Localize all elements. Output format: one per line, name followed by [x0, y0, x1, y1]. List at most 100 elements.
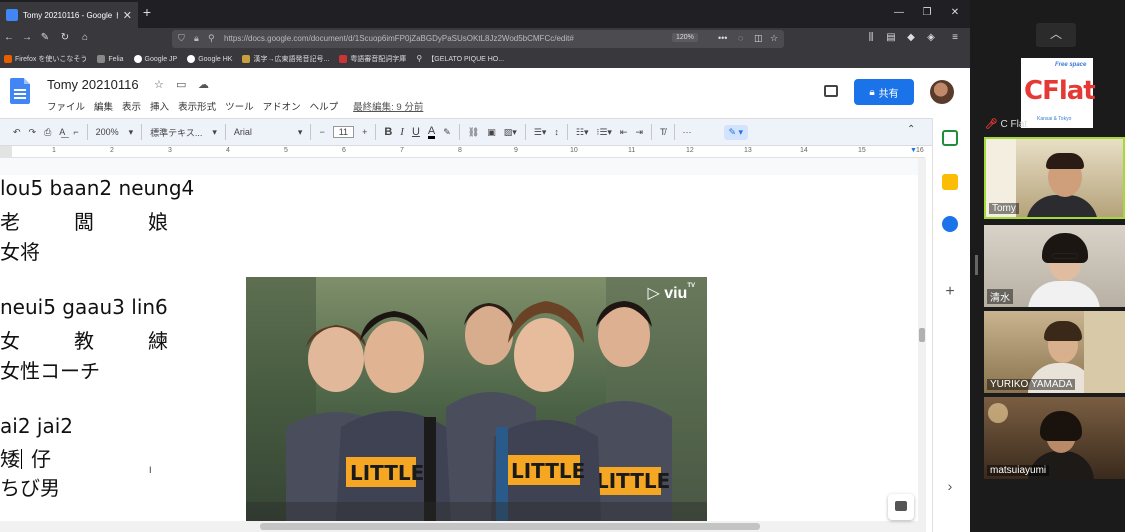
home-icon[interactable]: ⌂	[78, 32, 92, 43]
editing-mode-icon[interactable]: ✎ ▾	[723, 124, 749, 140]
increase-font-size-icon[interactable]: +	[362, 127, 367, 137]
bold-icon[interactable]: B	[384, 126, 392, 138]
chevron-right-icon[interactable]: ›	[942, 478, 958, 494]
participant-tile[interactable]: YURIKO YAMADA	[984, 311, 1125, 393]
zoom-level-badge[interactable]: 120%	[672, 33, 698, 42]
new-tab-icon[interactable]: +	[140, 4, 154, 20]
collapse-menus-icon[interactable]: ⌃	[907, 124, 915, 135]
zoom-select[interactable]: 200% ▾	[96, 127, 134, 138]
horizontal-scrollbar[interactable]	[0, 521, 918, 532]
romanization-line[interactable]: ai2 jai2	[0, 414, 73, 438]
japanese-meaning-line[interactable]: ちび男	[0, 472, 60, 501]
back-icon[interactable]: ←	[2, 32, 16, 43]
align-icon[interactable]: ☰▾	[534, 127, 547, 138]
docs-logo-icon[interactable]	[10, 78, 30, 104]
chevron-up-icon[interactable]: ︿	[1036, 23, 1076, 47]
menu-file[interactable]: ファイル	[47, 99, 85, 113]
url-bar[interactable]: ⛉ 🔒︎ ⚲ https://docs.google.com/document/…	[172, 30, 784, 48]
ruler[interactable]: 1 2 3 4 5 6 7 8 9 10 11 12 13 14 15 ▼ 16	[0, 146, 925, 158]
print-icon[interactable]: ⎙	[44, 127, 51, 138]
vertical-scrollbar[interactable]	[918, 158, 926, 532]
menu-addons[interactable]: アドオン	[263, 99, 301, 113]
link-icon[interactable]: ⛓	[468, 127, 479, 138]
font-size-input[interactable]: 11	[332, 126, 355, 138]
decrease-indent-icon[interactable]: ⇤	[620, 127, 628, 138]
menu-format[interactable]: 表示形式	[178, 99, 216, 113]
scrollbar-thumb[interactable]	[260, 523, 760, 530]
participant-tile[interactable]: matsuiayumi	[984, 397, 1125, 479]
more-icon[interactable]: ···	[683, 127, 692, 137]
pocket-icon[interactable]: ◫	[754, 33, 763, 44]
checklist-icon[interactable]: ☷▾	[576, 127, 589, 138]
bookmark-item[interactable]: ⚲ 【GELATO PIQUE HO...	[416, 54, 504, 64]
bookmark-item[interactable]: Google JP	[133, 55, 177, 63]
tab-docs[interactable]: Tomy 20210116 - Google ドキュ ✕	[0, 2, 138, 28]
japanese-meaning-line[interactable]: 女将	[0, 236, 40, 265]
highlight-icon[interactable]: ✎	[443, 127, 451, 138]
page-actions-icon[interactable]: •••	[718, 33, 727, 43]
romanization-line[interactable]: neui5 gaau3 lin6	[0, 295, 168, 319]
embedded-image[interactable]: LITTLE LITTLE LITTLE ▷ viuTV	[246, 277, 707, 521]
permissions-icon[interactable]: ⚲	[208, 33, 215, 44]
sidebar-icon[interactable]: ▤	[884, 32, 898, 43]
restore-icon[interactable]: ❐	[920, 7, 934, 18]
spellcheck-icon[interactable]: A͟	[59, 127, 65, 137]
insert-image-icon[interactable]: ▨▾	[504, 127, 517, 138]
cloud-saved-icon[interactable]: ☁	[198, 78, 209, 91]
panel-resize-handle[interactable]	[975, 255, 978, 275]
menu-help[interactable]: ヘルプ	[310, 99, 339, 113]
tasks-icon[interactable]	[942, 216, 958, 232]
undo-icon[interactable]: ↶	[13, 127, 21, 138]
bullet-list-icon[interactable]: ⁝☰▾	[596, 127, 611, 138]
menu-view[interactable]: 表示	[122, 99, 141, 113]
lock-icon[interactable]: 🔒︎	[194, 33, 199, 44]
add-on-plus-icon[interactable]: +	[942, 283, 958, 301]
share-button[interactable]: 🔒︎ 共有	[854, 79, 914, 105]
increase-indent-icon[interactable]: ⇥	[635, 127, 643, 138]
shield-icon[interactable]: ⛉	[178, 33, 185, 44]
close-window-icon[interactable]: ✕	[948, 7, 962, 18]
japanese-meaning-line[interactable]: 女性コーチ	[0, 355, 100, 384]
bookmark-item[interactable]: Google HK	[187, 55, 232, 63]
participant-tile[interactable]: Tomy	[984, 137, 1125, 219]
forward-icon[interactable]: →	[20, 32, 34, 43]
bookmark-star-icon[interactable]: ☆	[770, 33, 778, 44]
explore-button[interactable]	[888, 494, 914, 520]
hamburger-menu-icon[interactable]: ≡	[948, 32, 962, 43]
extension-fox-icon[interactable]: ◆	[904, 32, 918, 43]
menu-insert[interactable]: 挿入	[150, 99, 169, 113]
document-title[interactable]: Tomy 20210116	[47, 77, 139, 92]
menu-tools[interactable]: ツール	[225, 99, 254, 113]
extension-icon[interactable]: ◈	[924, 32, 938, 43]
keep-icon[interactable]	[942, 174, 958, 190]
italic-icon[interactable]: I	[400, 126, 404, 138]
line-spacing-icon[interactable]: ↕	[554, 127, 559, 137]
text-color-icon[interactable]: A	[427, 125, 436, 139]
star-icon[interactable]: ☆	[154, 78, 164, 91]
avatar[interactable]	[930, 80, 954, 104]
font-select[interactable]: Arial ▾	[234, 127, 303, 138]
menu-edit[interactable]: 編集	[94, 99, 113, 113]
add-comment-icon[interactable]: ▣	[487, 127, 496, 138]
bookmark-item[interactable]: Felia	[97, 55, 124, 63]
scrollbar-thumb[interactable]	[919, 328, 925, 342]
paint-format-icon[interactable]: ⌐	[73, 127, 78, 137]
underline-icon[interactable]: U	[412, 126, 420, 138]
last-edit-link[interactable]: 最終編集: 9 分前	[353, 99, 423, 113]
style-select[interactable]: 標準テキス... ▾	[150, 126, 217, 139]
minimize-icon[interactable]: —	[892, 7, 906, 18]
comment-history-icon[interactable]	[824, 85, 838, 97]
cantonese-chars-line[interactable]: 矮仔	[0, 443, 51, 472]
tools-icon[interactable]: ✎	[38, 32, 52, 43]
clear-formatting-icon[interactable]: T̸	[660, 127, 666, 137]
close-tab-icon[interactable]: ✕	[123, 9, 132, 22]
decrease-font-size-icon[interactable]: −	[319, 127, 324, 137]
move-folder-icon[interactable]: ▭	[176, 78, 186, 91]
bulb-icon[interactable]: ◌	[738, 33, 743, 43]
redo-icon[interactable]: ↷	[29, 127, 37, 138]
romanization-line[interactable]: lou5 baan2 neung4	[0, 176, 194, 200]
calendar-icon[interactable]	[942, 130, 958, 146]
cantonese-chars-line[interactable]: 女教練	[0, 325, 168, 354]
bookmark-item[interactable]: Firefox を使いこなそう	[4, 54, 87, 64]
reload-icon[interactable]: ↻	[58, 32, 72, 43]
